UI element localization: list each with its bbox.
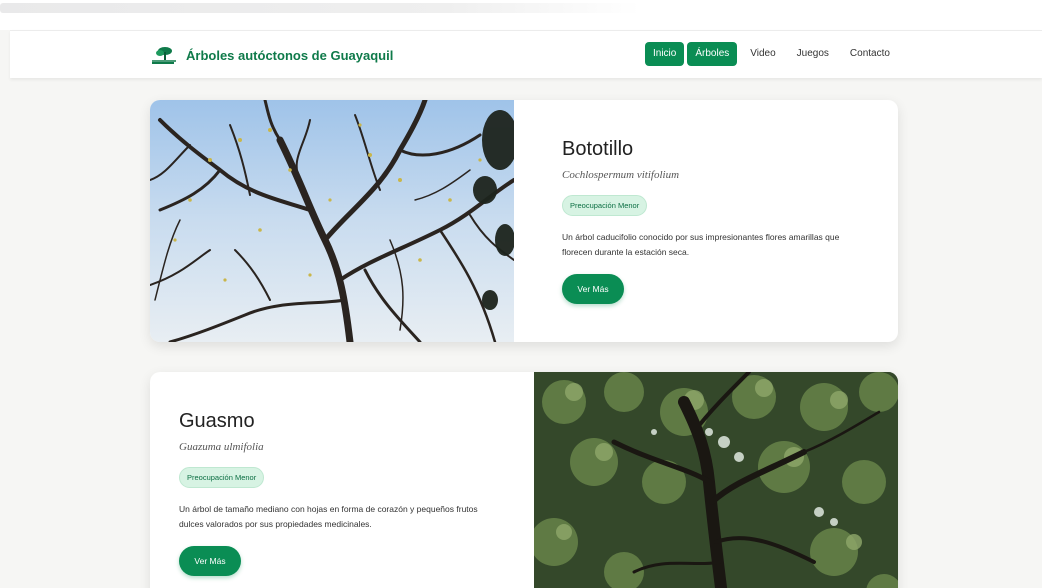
tree-card-bototillo: Bototillo Cochlospermum vitifolium Preoc… xyxy=(150,100,898,342)
nav-item-juegos[interactable]: Juegos xyxy=(789,42,837,66)
tree-photo-bototillo xyxy=(150,100,518,342)
tree-name: Guasmo xyxy=(179,410,255,432)
nav-item-arboles[interactable]: Árboles xyxy=(687,42,738,66)
tree-description: Un árbol caducifolio conocido por sus im… xyxy=(562,232,840,257)
scientific-name: Cochlospermum vitifolium xyxy=(562,169,680,181)
site-header: Árboles autóctonos de Guayaquil Inicio Á… xyxy=(10,30,1042,78)
conservation-status-badge: Preocupación Menor xyxy=(179,467,265,488)
ver-mas-button[interactable]: Ver Más xyxy=(179,546,241,576)
tree-content-bototillo: Bototillo Cochlospermum vitifolium Preoc… xyxy=(562,138,882,304)
tree-card-guasmo: Guasmo Guazuma ulmifolia Preocupación Me… xyxy=(150,372,898,588)
ver-mas-button[interactable]: Ver Más xyxy=(562,274,624,304)
site-title: Árboles autóctonos de Guayaquil xyxy=(186,47,394,63)
leafy-tree-canopy-image xyxy=(530,372,898,588)
conservation-status-badge: Preocupación Menor xyxy=(562,195,648,216)
tree-photo-guasmo xyxy=(530,372,898,588)
scientific-name: Guazuma ulmifolia xyxy=(179,441,264,453)
brand[interactable]: Árboles autóctonos de Guayaquil xyxy=(150,45,393,65)
nav-item-video[interactable]: Video xyxy=(742,42,783,66)
top-fade-bar xyxy=(0,3,640,13)
tree-logo-icon xyxy=(152,47,176,64)
tree-content-guasmo: Guasmo Guazuma ulmifolia Preocupación Me… xyxy=(179,410,499,576)
bare-tree-branches-image xyxy=(150,100,518,342)
main-nav: Inicio Árboles Video Juegos Contacto xyxy=(642,42,898,66)
tree-name: Bototillo xyxy=(562,138,634,160)
browser-top-strip xyxy=(0,0,1042,30)
nav-item-inicio[interactable]: Inicio xyxy=(645,42,685,66)
nav-item-contacto[interactable]: Contacto xyxy=(842,42,898,66)
tree-description: Un árbol de tamaño mediano con hojas en … xyxy=(179,504,478,529)
